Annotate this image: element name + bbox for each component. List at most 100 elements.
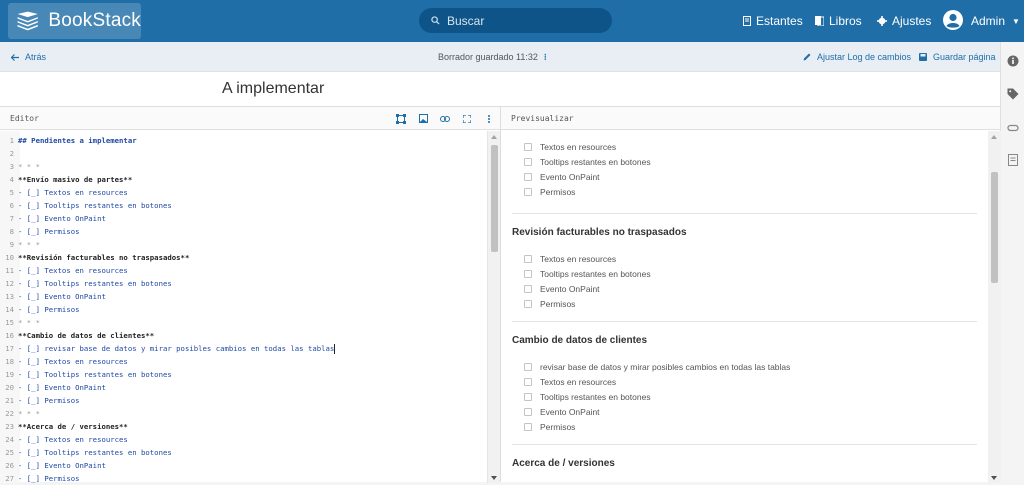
- editor-line[interactable]: 1 ## Pendientes a implementar: [0, 134, 487, 147]
- editor-line[interactable]: 22 * * *: [0, 407, 487, 420]
- editor-line[interactable]: 14 - [_] Permisos: [0, 303, 487, 316]
- page-title-input[interactable]: A implementar: [222, 80, 324, 98]
- nav-shelves-link[interactable]: Estantes: [743, 0, 803, 42]
- preview-scrollbar[interactable]: [988, 131, 1001, 483]
- editor-line[interactable]: 2: [0, 147, 487, 160]
- task-list-item: Evento OnPaint: [524, 407, 600, 417]
- tag-icon[interactable]: [1007, 88, 1019, 100]
- editor-line[interactable]: 6 - [_] Tooltips restantes en botones: [0, 199, 487, 212]
- line-text: - [_] revisar base de datos y mirar posi…: [18, 344, 335, 353]
- book-icon: [815, 16, 824, 26]
- nav-books-link[interactable]: Libros: [815, 0, 862, 42]
- fullscreen-button[interactable]: [456, 114, 478, 123]
- editor-line[interactable]: 4 **Envío masivo de partes**: [0, 173, 487, 186]
- task-checkbox[interactable]: [524, 285, 532, 293]
- editor-line[interactable]: 9 * * *: [0, 238, 487, 251]
- preview-pane: Previsualizar Textos en resources Tooltip…: [500, 106, 1001, 483]
- task-checkbox[interactable]: [524, 393, 532, 401]
- attachment-icon[interactable]: [1007, 122, 1019, 134]
- editor-line[interactable]: 5 - [_] Textos en resources: [0, 186, 487, 199]
- changelog-label: Ajustar Log de cambios: [817, 52, 912, 62]
- line-text: * * *: [18, 409, 40, 418]
- user-avatar-icon[interactable]: [943, 10, 963, 30]
- preview-content: Textos en resources Tooltips restantes en…: [501, 131, 988, 483]
- editor-scroll-thumb[interactable]: [491, 145, 498, 252]
- info-icon[interactable]: [1007, 55, 1019, 67]
- insert-drawing-button[interactable]: [390, 113, 412, 124]
- insert-image-button[interactable]: [412, 114, 434, 123]
- text-cursor: [334, 344, 336, 354]
- task-list-item: Textos en resources: [524, 142, 616, 152]
- preview-scroll-thumb[interactable]: [991, 172, 998, 283]
- editor-line[interactable]: 11 - [_] Textos en resources: [0, 264, 487, 277]
- task-checkbox[interactable]: [524, 270, 532, 278]
- save-page-button[interactable]: Guardar página: [919, 42, 996, 72]
- editor-line[interactable]: 24 - [_] Textos en resources: [0, 433, 487, 446]
- task-checkbox[interactable]: [524, 188, 532, 196]
- editor-line[interactable]: 17 - [_] revisar base de datos y mirar po…: [0, 342, 487, 355]
- draft-status-menu[interactable]: Borrador guardado 11:32 ⁝: [438, 42, 547, 72]
- image-icon: [418, 114, 428, 123]
- line-number: 9: [9, 240, 14, 249]
- editor-line[interactable]: 25 - [_] Tooltips restantes en botones: [0, 446, 487, 459]
- editor-line[interactable]: 20 - [_] Evento OnPaint: [0, 381, 487, 394]
- editor-line[interactable]: 27- [_] Permisos: [0, 472, 487, 485]
- task-checkbox[interactable]: [524, 158, 532, 166]
- task-checkbox[interactable]: [524, 378, 532, 386]
- line-text: - [_] Textos en resources: [18, 188, 128, 197]
- editor-line[interactable]: 10 **Revisión facturables no traspasados*…: [0, 251, 487, 264]
- task-checkbox[interactable]: [524, 423, 532, 431]
- insert-link-button[interactable]: [434, 115, 456, 122]
- task-checkbox[interactable]: [524, 363, 532, 371]
- editor-line[interactable]: 21 - [_] Permisos: [0, 394, 487, 407]
- draft-status-text: Borrador guardado 11:32: [438, 52, 538, 62]
- task-label: Tooltips restantes en botones: [540, 392, 651, 402]
- scroll-up-icon[interactable]: [991, 135, 997, 139]
- drawing-icon: [396, 113, 406, 124]
- horizontal-rule: [512, 321, 977, 322]
- scroll-up-icon[interactable]: [491, 135, 497, 139]
- editor-more-button[interactable]: [478, 114, 500, 123]
- nav-settings-label: Ajustes: [892, 14, 932, 28]
- user-menu[interactable]: Admin ▼: [971, 0, 1020, 42]
- task-list-item: Permisos: [524, 422, 575, 432]
- editor-scrollbar[interactable]: [487, 131, 500, 483]
- task-checkbox[interactable]: [524, 143, 532, 151]
- editor-line[interactable]: 18 - [_] Textos en resources: [0, 355, 487, 368]
- task-checkbox[interactable]: [524, 300, 532, 308]
- task-checkbox[interactable]: [524, 255, 532, 263]
- editor-line[interactable]: 13 - [_] Evento OnPaint: [0, 290, 487, 303]
- editor-line[interactable]: 23 **Acerca de / versiones**: [0, 420, 487, 433]
- editor-line[interactable]: 8 - [_] Permisos: [0, 225, 487, 238]
- editor-line[interactable]: 3 * * *: [0, 160, 487, 173]
- nav-settings-link[interactable]: Ajustes: [877, 0, 931, 42]
- search-box[interactable]: [419, 8, 612, 33]
- changelog-button[interactable]: Ajustar Log de cambios: [803, 42, 911, 72]
- editor-line[interactable]: 19 - [_] Tooltips restantes en botones: [0, 368, 487, 381]
- editor-line[interactable]: 7 - [_] Evento OnPaint: [0, 212, 487, 225]
- editor-line[interactable]: 26 - [_] Evento OnPaint: [0, 459, 487, 472]
- editor-line[interactable]: 12 - [_] Tooltips restantes en botones: [0, 277, 487, 290]
- markdown-code-area[interactable]: 1 ## Pendientes a implementar 2 3 * * * 4 **En…: [0, 134, 487, 485]
- line-text: - [_] Evento OnPaint: [18, 461, 106, 470]
- back-button[interactable]: Atrás: [11, 42, 46, 72]
- line-number: 24: [5, 435, 14, 444]
- line-number: 27: [5, 474, 14, 483]
- task-label: Textos en resources: [540, 254, 617, 264]
- templates-icon[interactable]: [1007, 154, 1019, 166]
- user-name: Admin: [971, 14, 1006, 28]
- task-label: Tooltips restantes en botones: [540, 269, 651, 279]
- line-number: 10: [5, 253, 14, 262]
- task-checkbox[interactable]: [524, 408, 532, 416]
- editor-line[interactable]: 16 **Cambio de datos de clientes**: [0, 329, 487, 342]
- line-number: 21: [5, 396, 14, 405]
- line-number: 3: [9, 162, 14, 171]
- search-input[interactable]: [447, 13, 597, 28]
- scroll-down-icon[interactable]: [491, 476, 497, 480]
- task-checkbox[interactable]: [524, 173, 532, 181]
- editor-line[interactable]: 15 * * *: [0, 316, 487, 329]
- line-text: - [_] Tooltips restantes en botones: [18, 448, 172, 457]
- app-logo-link[interactable]: BookStack: [8, 3, 141, 39]
- preview-header: Previsualizar: [501, 107, 1000, 130]
- scroll-down-icon[interactable]: [991, 476, 997, 480]
